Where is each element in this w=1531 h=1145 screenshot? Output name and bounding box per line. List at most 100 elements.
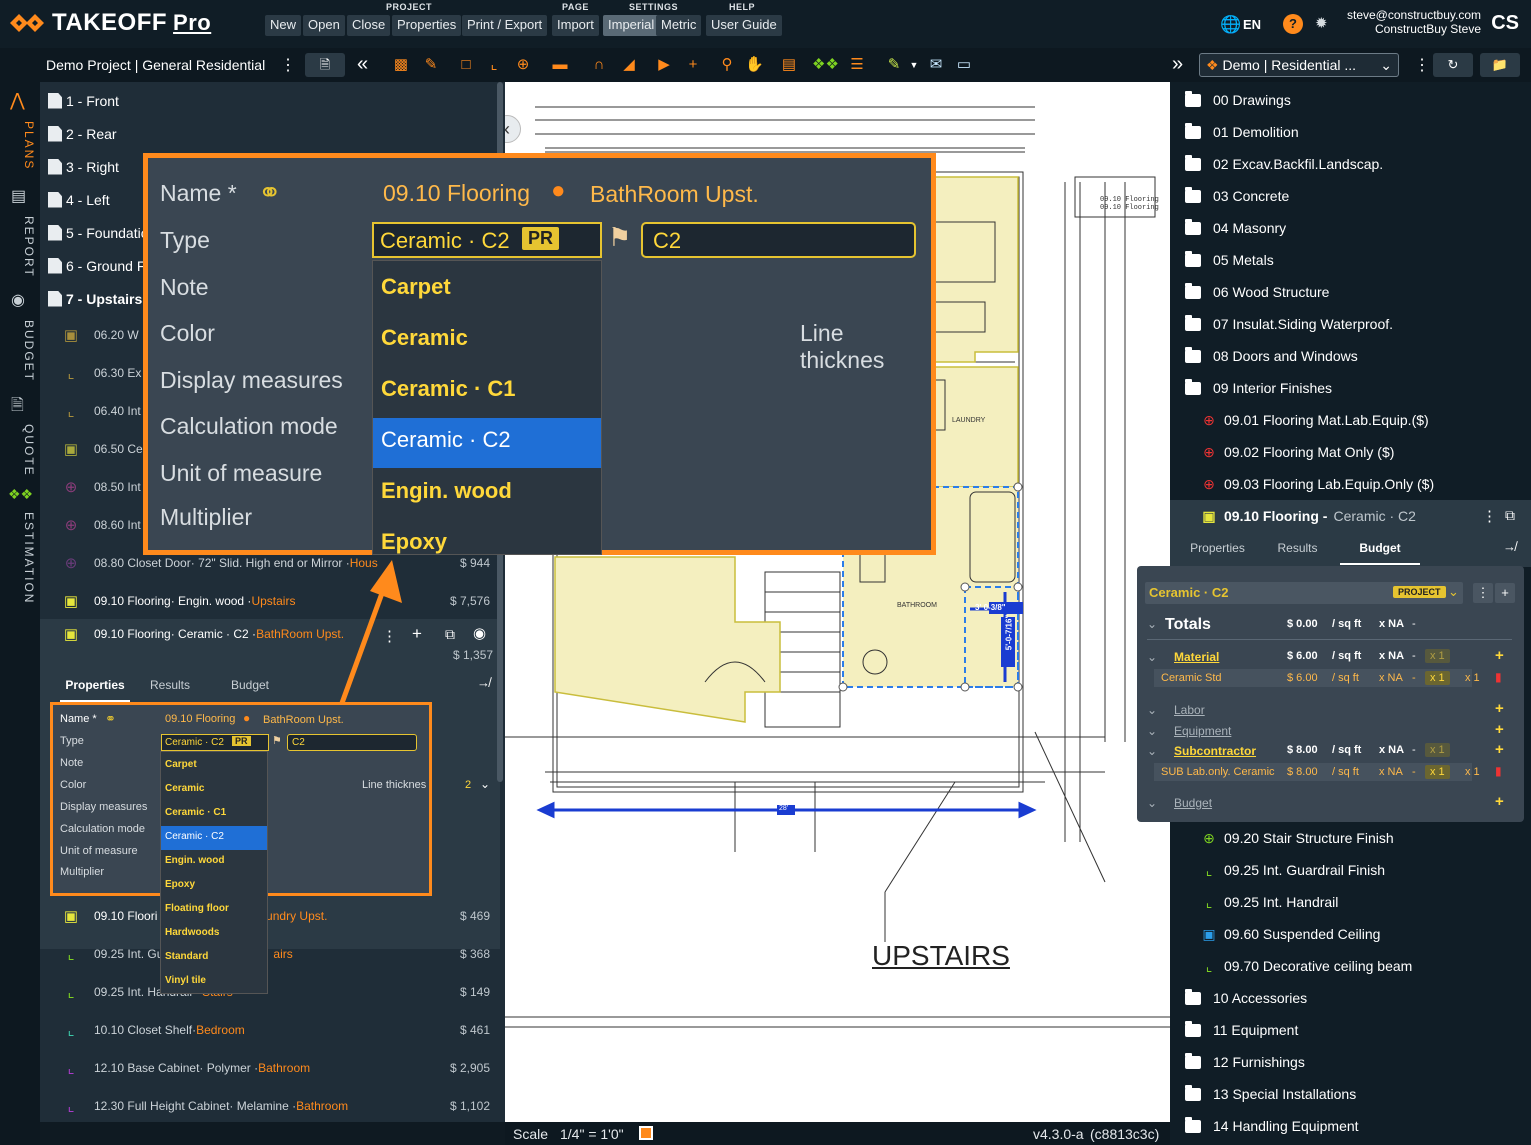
tree-item[interactable]: ⊕ 09.03 Flooring Lab.Equip.Only ($) xyxy=(1170,468,1531,500)
name-value[interactable]: 09.10 Flooring xyxy=(165,713,235,725)
note-icon[interactable]: ▭ xyxy=(955,56,973,74)
kebab-menu-icon[interactable]: ⋮ xyxy=(1414,55,1430,75)
folder-item[interactable]: 02 Excav.Backfil.Landscap. xyxy=(1170,148,1531,180)
multiplier-button[interactable]: x 1 xyxy=(1425,743,1450,757)
add-icon[interactable]: + xyxy=(1495,583,1515,603)
add-folder-icon[interactable]: 📁 xyxy=(1480,53,1520,77)
chart-icon[interactable]: ▤ xyxy=(780,56,798,74)
dropdown-option[interactable]: Epoxy xyxy=(165,879,195,890)
open-button[interactable]: Open xyxy=(303,15,345,36)
dropdown-option[interactable]: Ceramic · C1 xyxy=(165,807,226,818)
rail-plans[interactable]: PLANS xyxy=(4,116,36,176)
pin-icon[interactable]: ↛ xyxy=(1503,539,1516,554)
line-thickness-value[interactable]: 2 xyxy=(465,779,471,791)
report-icon[interactable]: ▤ xyxy=(11,186,26,206)
folder-item-open[interactable]: 09 Interior Finishes xyxy=(1170,372,1531,404)
takeoff-item[interactable]: ⌞ 12.30 Full Height Cabinet · Melamine · … xyxy=(40,1089,500,1122)
folder-item[interactable]: 10 Accessories xyxy=(1170,982,1531,1014)
kebab-menu-icon[interactable]: ⋮ xyxy=(1482,507,1497,525)
area-tool-icon[interactable]: □ xyxy=(457,56,475,74)
tree-item-selected[interactable]: ▣ 09.10 Flooring - Ceramic · C2 xyxy=(1170,500,1531,532)
folder-item[interactable]: 04 Masonry xyxy=(1170,212,1531,244)
dropdown-option[interactable]: Vinyl tile xyxy=(165,975,206,986)
takeoff-item-selected[interactable]: ▣ 09.10 Flooring · Ceramic · C2 · BathRoo… xyxy=(40,617,500,651)
pan-hand-icon[interactable]: ✋ xyxy=(745,56,764,74)
takeoff-item[interactable]: ⌞ 09.25 Int. Gu airs $ 368 xyxy=(40,937,500,971)
help-icon[interactable]: ? xyxy=(1283,14,1303,34)
count-tool-icon[interactable]: ⊕ xyxy=(514,56,532,74)
pin-icon[interactable]: ↛ xyxy=(477,675,490,690)
tree-item[interactable]: ⌞ 09.25 Int. Handrail xyxy=(1170,886,1531,918)
folder-item[interactable]: 01 Demolition xyxy=(1170,116,1531,148)
line-tool-icon[interactable]: ⌞ xyxy=(485,56,503,74)
bug-icon[interactable]: ✹ xyxy=(1315,14,1328,32)
add-labor-icon[interactable]: + xyxy=(1495,700,1504,717)
folder-item[interactable]: 11 Equipment xyxy=(1170,1014,1531,1046)
project-select[interactable]: ❖ Demo | Residential ... ⌄ xyxy=(1199,53,1399,77)
chevron-down-icon[interactable]: ⌄ xyxy=(480,777,490,791)
collapse-left-icon[interactable]: « xyxy=(357,53,368,76)
takeoff-item[interactable]: ▣ 09.10 Floori aundry Upst. $ 469 xyxy=(40,899,500,933)
subcontractor-label[interactable]: Subcontractor xyxy=(1174,744,1256,758)
tag-input[interactable]: C2 xyxy=(287,734,417,751)
dropdown-option[interactable]: Carpet xyxy=(165,759,197,770)
user-info[interactable]: steve@constructbuy.com ConstructBuy Stev… xyxy=(1347,8,1481,36)
tab-budget[interactable]: Budget xyxy=(1340,533,1420,565)
folder-item[interactable]: 08 Doors and Windows xyxy=(1170,340,1531,372)
budget-type-select[interactable]: Ceramic · C2 PROJECT ⌄ xyxy=(1145,582,1463,604)
language-label[interactable]: EN xyxy=(1243,17,1261,32)
chevron-down-icon[interactable]: ⌄ xyxy=(1147,724,1157,738)
zoom-icon[interactable]: ⚲ xyxy=(718,56,736,74)
budget-icon[interactable]: ◉ xyxy=(11,290,25,310)
takeoff-item[interactable]: ▣ 09.10 Flooring · Engin. wood · Upstairs… xyxy=(40,584,500,618)
highlighter-icon[interactable]: ✎ xyxy=(885,56,903,74)
estimation-rail-icon[interactable]: ❖❖ xyxy=(8,486,33,503)
kebab-menu-icon[interactable]: ⋮ xyxy=(1473,583,1493,603)
takeoff-item[interactable]: ⌞09.25 Int. HandrailStairs$ 149 xyxy=(40,975,500,1009)
folder-item[interactable]: 12 Furnishings xyxy=(1170,1046,1531,1078)
add-budget-icon[interactable]: + xyxy=(1495,793,1504,810)
link-icon[interactable]: ⚭ xyxy=(105,711,116,727)
eye-icon[interactable]: ◉ xyxy=(473,624,486,642)
collapse-right-icon[interactable]: » xyxy=(1172,53,1183,76)
tab-properties[interactable]: Properties xyxy=(1180,533,1255,565)
folder-item[interactable]: 05 Metals xyxy=(1170,244,1531,276)
chevron-down-icon[interactable]: ⌄ xyxy=(1147,703,1157,717)
add-equipment-icon[interactable]: + xyxy=(1495,721,1504,738)
multiplier-button[interactable]: x 1 xyxy=(1425,671,1450,685)
copy-icon[interactable]: ⧉ xyxy=(1505,507,1515,524)
dropdown-option-selected[interactable]: Ceramic · C2 xyxy=(165,831,224,842)
import-button[interactable]: Import xyxy=(552,15,599,36)
scale-icon[interactable] xyxy=(639,1126,653,1140)
budget-section-label[interactable]: Budget xyxy=(1174,796,1212,810)
tree-item[interactable]: ⌞ 09.70 Decorative ceiling beam xyxy=(1170,950,1531,982)
imperial-button[interactable]: Imperial xyxy=(603,15,660,36)
tree-item[interactable]: ⌞ 09.25 Int. Guardrail Finish xyxy=(1170,854,1531,886)
project-menu-icon[interactable]: ⋮ xyxy=(280,55,296,75)
tab-properties[interactable]: Properties xyxy=(60,670,130,702)
dropdown-option[interactable]: Standard xyxy=(165,951,208,962)
labor-label[interactable]: Labor xyxy=(1174,703,1205,717)
dropdown-option[interactable]: Ceramic xyxy=(165,783,204,794)
chevron-down-icon[interactable]: ⌄ xyxy=(1147,617,1157,631)
rail-budget[interactable]: BUDGET xyxy=(4,316,36,386)
dropdown-option[interactable]: Engin. wood xyxy=(165,855,224,866)
equipment-label[interactable]: Equipment xyxy=(1174,724,1231,738)
add-subcontractor-icon[interactable]: + xyxy=(1495,741,1504,758)
globe-icon[interactable]: 🌐 xyxy=(1220,15,1241,35)
tab-results[interactable]: Results xyxy=(130,670,210,702)
avatar[interactable]: CS xyxy=(1491,12,1519,35)
print-export-button[interactable]: Print / Export xyxy=(462,15,548,36)
folder-item[interactable]: 14 Handling Equipment xyxy=(1170,1110,1531,1142)
dropdown-option[interactable]: Floating floor xyxy=(165,903,229,914)
folder-item[interactable]: 03 Concrete xyxy=(1170,180,1531,212)
slope-tool-icon[interactable]: ◢ xyxy=(620,56,638,74)
properties-button[interactable]: Properties xyxy=(392,15,462,36)
page-item[interactable]: 1 - Front xyxy=(40,84,495,117)
new-button[interactable]: New xyxy=(265,15,302,36)
add-material-icon[interactable]: + xyxy=(1495,647,1504,664)
page-item[interactable]: 2 - Rear xyxy=(40,117,495,150)
chevron-down-icon[interactable]: ⌄ xyxy=(1147,744,1157,758)
dropdown-option[interactable]: Hardwoods xyxy=(165,927,219,938)
folder-item[interactable]: 00 Drawings xyxy=(1170,84,1531,116)
